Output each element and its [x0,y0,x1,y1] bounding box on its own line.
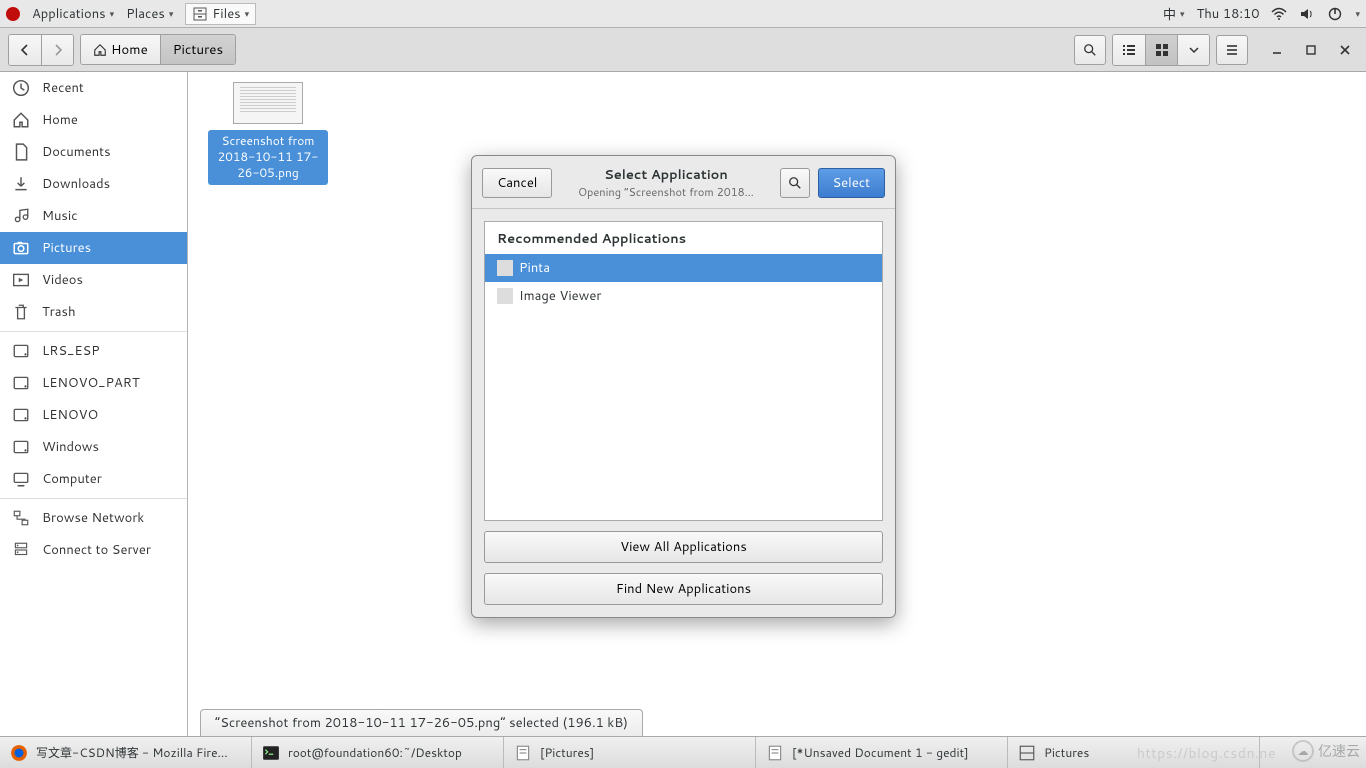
app-row-image-viewer[interactable]: Image Viewer [485,282,882,310]
dialog-subtitle: Opening “Screenshot from 2018… [560,184,771,200]
app-list-section-header: Recommended Applications [485,222,882,254]
find-new-applications-button[interactable]: Find New Applications [484,573,883,605]
terminal-icon [262,744,280,762]
watermark: ☁亿速云 [1292,740,1360,762]
dialog-header: Cancel Select Application Opening “Scree… [472,156,895,209]
text-editor-icon [766,744,784,762]
view-all-applications-button[interactable]: View All Applications [484,531,883,563]
app-row-label: Image Viewer [519,287,601,305]
watermark-url: https://blog.csdn.ne [1137,743,1276,763]
select-button[interactable]: Select [818,168,885,198]
app-row-pinta[interactable]: Pinta [485,254,882,282]
app-icon [497,260,513,276]
task-gedit-pictures[interactable]: [Pictures] [504,737,756,768]
firefox-icon [10,744,28,762]
app-list: Recommended Applications Pinta Image Vie… [484,221,883,521]
cabinet-icon [1018,744,1036,762]
task-gedit-unsaved[interactable]: [*Unsaved Document 1 - gedit] [756,737,1008,768]
dialog-search-button[interactable] [780,168,810,198]
app-icon [497,288,513,304]
task-label: [Pictures] [540,744,594,761]
dialog-body: Recommended Applications Pinta Image Vie… [472,209,895,617]
dialog-title: Select Application [560,166,771,184]
cancel-button[interactable]: Cancel [482,168,552,198]
task-label: 写文章-CSDN博客 - Mozilla Fire... [36,744,228,761]
app-row-label: Pinta [519,259,550,277]
bottom-taskbar: 写文章-CSDN博客 - Mozilla Fire... root@founda… [0,736,1366,768]
modal-overlay: Cancel Select Application Opening “Scree… [0,0,1366,768]
task-label: root@foundation60:~/Desktop [288,744,462,761]
cloud-icon: ☁ [1292,740,1314,762]
text-editor-icon [514,744,532,762]
search-icon [788,176,802,190]
select-application-dialog: Cancel Select Application Opening “Scree… [471,155,896,618]
task-firefox[interactable]: 写文章-CSDN博客 - Mozilla Fire... [0,737,252,768]
watermark-text: 亿速云 [1318,741,1360,761]
task-label: [*Unsaved Document 1 - gedit] [792,744,969,761]
task-label: Pictures [1044,744,1089,761]
task-terminal[interactable]: root@foundation60:~/Desktop [252,737,504,768]
